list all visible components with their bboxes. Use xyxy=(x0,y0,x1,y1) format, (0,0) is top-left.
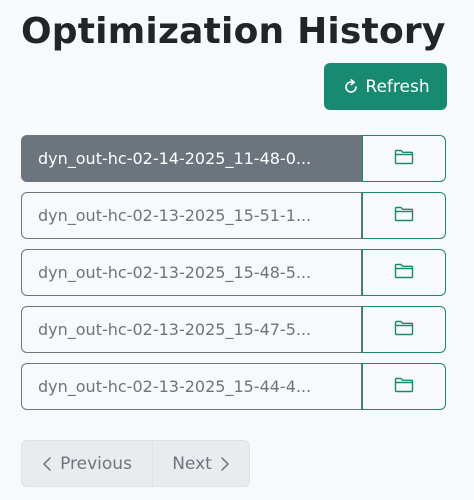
refresh-label: Refresh xyxy=(365,76,430,97)
list-item: dyn_out-hc-02-13-2025_15-51-1... xyxy=(21,192,446,239)
refresh-icon xyxy=(343,78,359,95)
previous-page-button[interactable]: Previous xyxy=(22,441,153,486)
next-page-button[interactable]: Next xyxy=(153,441,249,486)
chevron-right-icon xyxy=(220,456,230,472)
list-item: dyn_out-hc-02-13-2025_15-48-5... xyxy=(21,249,446,296)
list-item: dyn_out-hc-02-13-2025_15-47-5... xyxy=(21,306,446,353)
chevron-left-icon xyxy=(42,456,52,472)
history-item[interactable]: dyn_out-hc-02-13-2025_15-47-5... xyxy=(21,306,362,353)
folder-icon xyxy=(394,377,414,396)
history-item[interactable]: dyn_out-hc-02-14-2025_11-48-0... xyxy=(21,135,362,182)
history-list: dyn_out-hc-02-14-2025_11-48-0... dyn_out… xyxy=(21,135,446,420)
history-item[interactable]: dyn_out-hc-02-13-2025_15-51-1... xyxy=(21,192,362,239)
open-folder-button[interactable] xyxy=(362,135,446,182)
folder-icon xyxy=(394,206,414,225)
open-folder-button[interactable] xyxy=(362,306,446,353)
folder-icon xyxy=(394,320,414,339)
history-item[interactable]: dyn_out-hc-02-13-2025_15-44-4... xyxy=(21,363,362,410)
pagination: Previous Next xyxy=(21,440,250,487)
list-item: dyn_out-hc-02-14-2025_11-48-0... xyxy=(21,135,446,182)
folder-icon xyxy=(394,263,414,282)
list-item: dyn_out-hc-02-13-2025_15-44-4... xyxy=(21,363,446,410)
open-folder-button[interactable] xyxy=(362,249,446,296)
page-title: Optimization History xyxy=(21,11,446,52)
history-item[interactable]: dyn_out-hc-02-13-2025_15-48-5... xyxy=(21,249,362,296)
open-folder-button[interactable] xyxy=(362,363,446,410)
previous-label: Previous xyxy=(60,453,132,474)
refresh-button[interactable]: Refresh xyxy=(324,63,447,110)
next-label: Next xyxy=(172,453,212,474)
open-folder-button[interactable] xyxy=(362,192,446,239)
folder-icon xyxy=(394,149,414,168)
